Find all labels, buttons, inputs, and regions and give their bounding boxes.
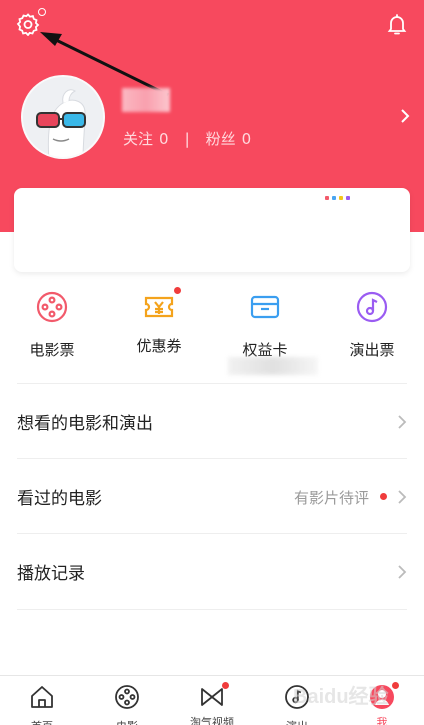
follow-count[interactable]: 0 — [159, 130, 169, 148]
pending-review-text: 有影片待评 — [293, 489, 369, 507]
tab-label: 淘气视频 — [190, 716, 234, 725]
promo-card[interactable] — [14, 188, 410, 272]
follow-stats: 关注 0 | 粉丝 0 — [123, 128, 251, 149]
stats-separator: | — [184, 129, 190, 148]
tab-show[interactable]: 演出 — [255, 676, 339, 725]
shortcut-label: 电影票 — [29, 341, 75, 359]
blurred-region — [228, 357, 318, 375]
list-item-wishlist[interactable]: 想看的电影和演出 — [17, 383, 407, 459]
tab-home[interactable]: 首页 — [0, 676, 84, 725]
bottom-tab-bar: 首页 电影 淘气视频 演出 — [0, 675, 424, 725]
gear-icon[interactable] — [16, 12, 40, 36]
music-disc-icon — [356, 291, 388, 323]
shortcut-benefit-card[interactable]: 权益卡 — [220, 287, 310, 360]
shortcut-grid: 电影票 优惠券 权益卡 演出票 — [0, 287, 424, 367]
card-icon — [250, 295, 280, 319]
me-badge-dot — [392, 682, 399, 689]
tab-me[interactable]: 我 — [340, 676, 424, 725]
shortcut-label: 优惠券 — [136, 337, 182, 355]
tab-label: 电影 — [85, 718, 169, 725]
shortcut-show-ticket[interactable]: 演出票 — [327, 287, 417, 360]
profile-icon-wrap — [369, 682, 399, 710]
coupon-icon-wrap — [142, 287, 181, 324]
avatar[interactable] — [21, 75, 105, 159]
shortcut-label: 演出票 — [349, 341, 395, 359]
shortcut-coupon[interactable]: 优惠券 — [114, 287, 204, 356]
settings-notice-dot — [38, 8, 46, 16]
tab-label: 首页 — [0, 718, 84, 725]
list-item-title: 看过的电影 — [17, 489, 102, 509]
profile-icon — [370, 685, 394, 709]
chevron-right-icon[interactable] — [399, 108, 411, 124]
film-reel-icon — [115, 685, 139, 709]
chevron-right-icon — [398, 565, 407, 579]
list-item-watched[interactable]: 看过的电影 有影片待评 — [17, 458, 407, 534]
home-icon — [31, 686, 53, 708]
coupon-badge-dot — [174, 287, 181, 294]
tab-label: 演出 — [255, 718, 339, 725]
tab-movie[interactable]: 电影 — [85, 676, 169, 725]
pending-review-dot — [380, 493, 387, 500]
bell-icon[interactable] — [385, 12, 409, 36]
card-indicator-dots — [325, 196, 350, 200]
chevron-right-icon — [398, 415, 407, 429]
username-blurred — [122, 88, 170, 112]
video-icon-wrap — [199, 682, 229, 710]
tab-video[interactable]: 淘气视频 — [170, 676, 254, 725]
coupon-icon — [144, 296, 174, 318]
mascot-avatar-icon — [23, 77, 103, 157]
fans-count[interactable]: 0 — [242, 130, 252, 148]
follow-label[interactable]: 关注 — [123, 128, 153, 149]
video-badge-dot — [222, 682, 229, 689]
tab-label: 我 — [376, 716, 388, 725]
video-bowtie-icon — [201, 688, 223, 706]
fans-label[interactable]: 粉丝 — [206, 128, 236, 149]
list-item-title: 想看的电影和演出 — [17, 414, 153, 434]
list-divider — [17, 609, 407, 610]
list-item-history[interactable]: 播放记录 — [17, 533, 407, 609]
chevron-right-icon — [398, 490, 407, 504]
shortcut-movie-ticket[interactable]: 电影票 — [7, 287, 97, 360]
film-reel-icon — [36, 291, 68, 323]
music-disc-icon — [285, 685, 309, 709]
list-item-title: 播放记录 — [17, 564, 85, 584]
